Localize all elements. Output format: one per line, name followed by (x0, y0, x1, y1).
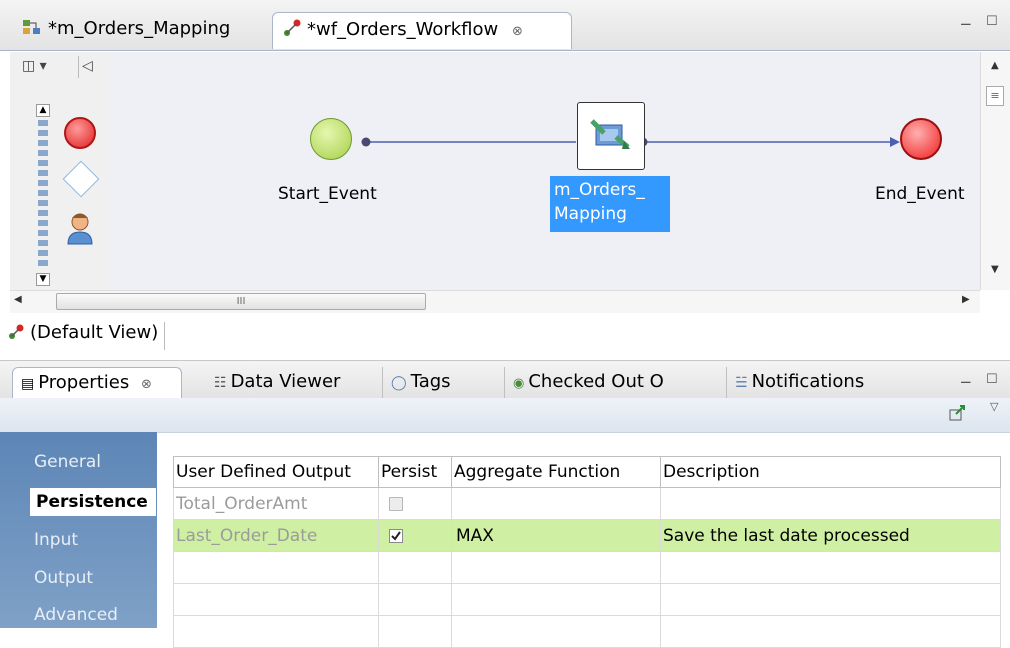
scroll-up-icon[interactable]: ▲ (36, 104, 50, 117)
checkmark-icon (391, 530, 401, 541)
table-row[interactable] (173, 583, 1001, 616)
default-view-selector[interactable]: (Default View) (8, 322, 166, 350)
data-viewer-icon: ☷ (214, 375, 227, 391)
close-icon[interactable]: ⊗ (512, 24, 523, 39)
output-name-cell[interactable]: Total_OrderAmt (173, 487, 379, 520)
persist-checkbox[interactable] (389, 528, 403, 543)
aggregate-cell[interactable] (451, 487, 661, 520)
tab-label: *m_Orders_Mapping (48, 18, 231, 39)
column-header[interactable]: Aggregate Function (451, 456, 661, 488)
start-event-node[interactable] (310, 118, 352, 160)
pin-editor-icon[interactable] (948, 404, 966, 426)
workflow-connections (361, 137, 900, 147)
output-name-cell[interactable]: Last_Order_Date (173, 519, 379, 552)
human-task-icon[interactable] (66, 212, 94, 250)
scroll-thumb[interactable]: III (56, 293, 426, 310)
section-general[interactable]: General (34, 452, 101, 480)
tab-label: Properties (38, 372, 130, 393)
close-icon[interactable]: ⊗ (141, 377, 152, 392)
tab-checked-out[interactable]: ◉ Checked Out O (504, 367, 672, 398)
description-cell[interactable]: Save the last date processed (660, 519, 1001, 552)
start-event-label: Start_Event (278, 184, 377, 204)
mapping-label-line1: m_Orders_ (554, 180, 645, 200)
table-row[interactable] (173, 551, 1001, 584)
scroll-right-icon[interactable]: ▶ (962, 294, 970, 305)
view-label: (Default View) (30, 322, 159, 343)
minimize-icon[interactable]: ⚊ (960, 372, 972, 387)
tag-icon: ◯ (391, 375, 407, 391)
mapping-label-line2: Mapping (554, 204, 627, 224)
mapping-task-node[interactable] (577, 102, 645, 170)
mapping-task-icon (590, 119, 630, 149)
column-header[interactable]: Persist (378, 456, 452, 488)
section-advanced[interactable]: Advanced (34, 605, 118, 633)
table-row[interactable]: Total_OrderAmt (173, 487, 1001, 520)
properties-icon: ▤ (21, 376, 35, 392)
table-header-row: User Defined Output Persist Aggregate Fu… (173, 456, 1001, 488)
table-row[interactable]: Last_Order_Date MAX Save the last date p… (173, 519, 1001, 552)
divider (78, 56, 79, 78)
scroll-down-icon[interactable]: ▼ (36, 273, 50, 286)
column-header[interactable]: Description (660, 456, 1001, 488)
tab-label: Data Viewer (230, 371, 341, 392)
tab-properties[interactable]: ▤ Properties ⊗ (12, 367, 182, 398)
connection-port[interactable] (361, 137, 371, 147)
end-event-label: End_Event (875, 184, 965, 204)
workflow-icon (283, 19, 301, 42)
scroll-down-icon[interactable]: ▼ (991, 264, 999, 275)
checked-out-icon: ◉ (513, 376, 525, 391)
tab-wf-orders-workflow[interactable]: *wf_Orders_Workflow ⊗ (272, 12, 572, 49)
table-row[interactable] (173, 615, 1001, 648)
tab-data-viewer[interactable]: ☷ Data Viewer (206, 367, 348, 398)
palette-scrollbar[interactable]: ▲ ▼ (36, 104, 50, 288)
mapping-task-label[interactable]: m_Orders_ Mapping (550, 176, 670, 232)
scroll-grip-icon: III (236, 296, 246, 307)
tab-label: Checked Out O (528, 371, 664, 392)
maximize-icon[interactable]: ☐ (986, 14, 998, 29)
tab-label: *wf_Orders_Workflow (307, 19, 499, 40)
section-output[interactable]: Output (34, 568, 93, 596)
column-header[interactable]: User Defined Output (173, 456, 379, 488)
persist-checkbox[interactable] (389, 496, 403, 511)
scroll-up-icon[interactable]: ▲ (991, 60, 999, 71)
end-event-node[interactable] (900, 118, 942, 160)
arrowhead (890, 137, 900, 147)
scroll-thumb[interactable]: ≡ (986, 86, 1004, 106)
tab-label: Notifications (751, 371, 865, 392)
notifications-icon: ☱ (735, 375, 748, 391)
aggregate-cell[interactable]: MAX (451, 519, 661, 552)
tab-notifications[interactable]: ☱ Notifications (726, 367, 872, 398)
palette (10, 52, 111, 290)
minimize-icon[interactable]: ⚊ (960, 14, 972, 29)
maximize-icon[interactable]: ☐ (986, 372, 998, 387)
scroll-track (38, 120, 48, 270)
end-event-icon[interactable] (64, 117, 96, 149)
workflow-icon (8, 324, 24, 345)
description-cell[interactable] (660, 487, 1001, 520)
mapping-icon (22, 18, 42, 41)
section-persistence[interactable]: Persistence (30, 488, 156, 516)
properties-toolbar (0, 398, 1010, 433)
canvas-horizontal-scrollbar[interactable]: ◀ III ▶ (10, 290, 980, 313)
palette-menu-icon[interactable]: ◫ ▾ (22, 58, 47, 74)
tab-label: Tags (410, 371, 451, 392)
canvas-vertical-scrollbar[interactable]: ▲ ≡ ▼ (980, 52, 1010, 290)
collapse-palette-icon[interactable]: ◁ (82, 58, 93, 74)
tab-tags[interactable]: ◯ Tags (382, 367, 459, 398)
view-menu-icon[interactable]: ▽ (990, 400, 998, 413)
tab-m-orders-mapping[interactable]: *m_Orders_Mapping (12, 12, 240, 49)
persistence-table: User Defined Output Persist Aggregate Fu… (173, 456, 1001, 648)
section-input[interactable]: Input (34, 530, 78, 558)
scroll-left-icon[interactable]: ◀ (14, 294, 22, 305)
persist-cell (378, 519, 452, 552)
persist-cell (378, 487, 452, 520)
